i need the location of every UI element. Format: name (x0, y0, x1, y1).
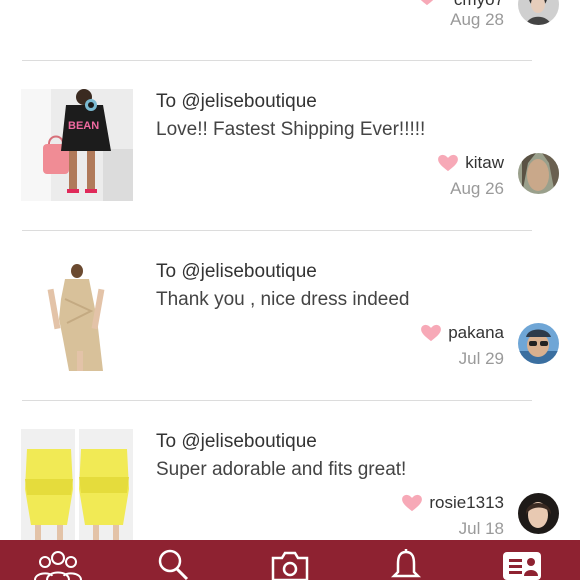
nav-news[interactable] (378, 540, 434, 580)
reviewer-meta: kitaw (437, 153, 504, 173)
reviewer-username[interactable]: pakana (448, 323, 504, 343)
avatar[interactable] (518, 153, 559, 194)
product-thumbnail[interactable] (21, 259, 133, 371)
reviewer-username[interactable]: cmyo7 (454, 0, 504, 10)
product-thumbnail[interactable]: BEAN (21, 89, 133, 201)
review-item: To @jeliseboutique Thank you , nice dres… (0, 231, 580, 401)
review-date: Jul 29 (458, 349, 504, 368)
bottom-nav (0, 540, 580, 580)
review-recipient[interactable]: To @jeliseboutique (156, 261, 317, 283)
nav-sell[interactable] (262, 540, 318, 580)
reviewer-meta: rosie1313 (401, 493, 504, 513)
product-thumbnail[interactable] (21, 429, 133, 540)
reviewer-meta: pakana (420, 323, 504, 343)
review-date: Jul 18 (458, 519, 504, 538)
reviewer-username[interactable]: kitaw (465, 153, 504, 173)
nav-account[interactable] (494, 540, 550, 580)
profile-card-icon (503, 552, 541, 580)
search-icon (158, 549, 189, 580)
reviews-feed: cmyo7 Aug 28 BEAN (0, 0, 580, 540)
heart-icon[interactable] (437, 154, 459, 172)
nav-community[interactable] (30, 540, 86, 580)
review-date: Aug 26 (450, 179, 504, 198)
svg-text:BEAN: BEAN (68, 120, 99, 132)
camera-icon (271, 551, 309, 580)
bell-icon (390, 549, 422, 578)
review-recipient[interactable]: To @jeliseboutique (156, 431, 317, 453)
review-text: Super adorable and fits great! (156, 459, 407, 480)
avatar[interactable] (518, 0, 559, 25)
people-icon (34, 551, 82, 580)
review-item: To @jeliseboutique Super adorable and fi… (0, 401, 580, 540)
heart-icon[interactable] (401, 494, 423, 512)
review-text: Love!! Fastest Shipping Ever!!!!! (156, 119, 426, 140)
nav-search[interactable] (146, 540, 202, 580)
review-date: Aug 28 (450, 10, 504, 29)
review-text: Thank you , nice dress indeed (156, 289, 410, 310)
avatar[interactable] (518, 323, 559, 364)
review-recipient[interactable]: To @jeliseboutique (156, 91, 317, 113)
review-item-partial: cmyo7 Aug 28 (0, 0, 580, 60)
avatar[interactable] (518, 493, 559, 534)
heart-icon[interactable] (420, 324, 442, 342)
reviewer-username[interactable]: rosie1313 (429, 493, 504, 513)
review-item: BEAN To @jeliseboutique Love!! Fastest S… (0, 61, 580, 231)
heart-icon[interactable] (416, 0, 438, 11)
